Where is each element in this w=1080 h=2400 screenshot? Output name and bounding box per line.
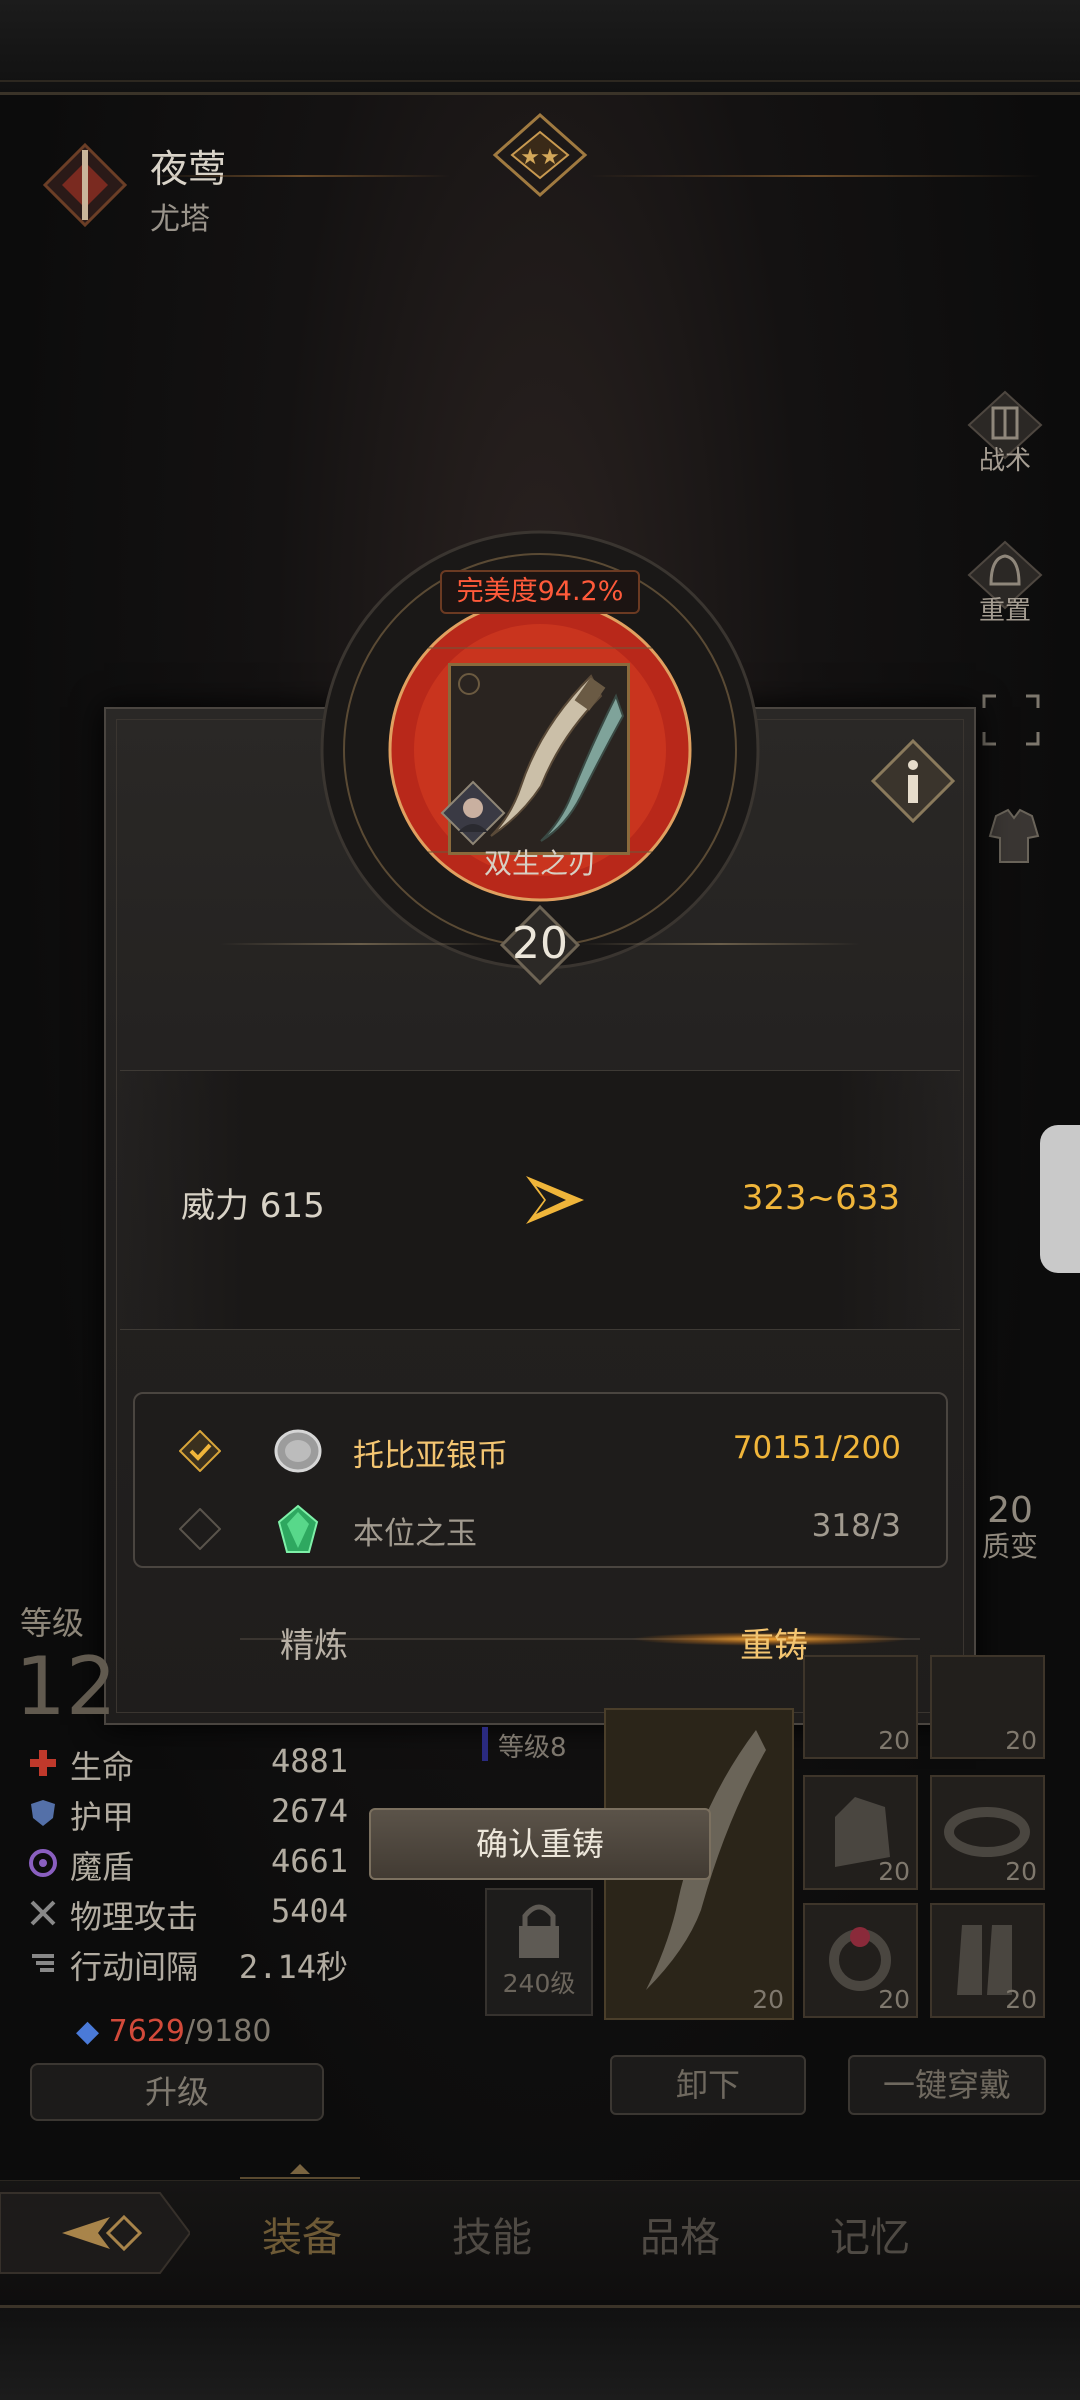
locked-slot[interactable]: 240级 (485, 1888, 593, 2016)
info-icon[interactable] (869, 737, 957, 825)
stat-current: 威力 615 (181, 1186, 325, 1226)
character-subtitle: 尤塔 (150, 202, 210, 237)
back-arrow-icon[interactable] (0, 2183, 190, 2283)
cost-row[interactable]: 本位之玉 318/3 (135, 1492, 946, 1562)
class-emblem-icon (42, 142, 128, 228)
side-button-reset-label: 重置 (978, 596, 1031, 626)
crest-icon: ★★ (492, 112, 588, 198)
checkbox-checked-icon[interactable] (179, 1430, 221, 1472)
tab-reforge[interactable]: 重铸 (740, 1618, 808, 1667)
side-button-tactics[interactable]: 战术 (960, 390, 1050, 490)
mana-current: 7629 (108, 2014, 185, 2049)
armor-icon[interactable] (986, 806, 1042, 866)
transform-label: 质变 (981, 1530, 1038, 1563)
cost-value: 318/3 (811, 1508, 901, 1544)
green-gem-icon (277, 1504, 319, 1553)
equip-all-button[interactable]: 一键穿戴 (848, 2055, 1046, 2115)
stat-physical-attack: 物理攻击 5404 (28, 1890, 348, 1936)
equipment-slot[interactable]: 20 (930, 1655, 1045, 1759)
stat-magic-shield: 魔盾 4661 (28, 1840, 348, 1886)
grade-value: 12 (15, 1640, 117, 1733)
stat-new-range: 323~633 (741, 1178, 900, 1218)
crossed-swords-icon (30, 1900, 56, 1926)
equipment-slot-ring[interactable]: 20 (803, 1903, 918, 2018)
nav-tab-traits[interactable]: 品格 (640, 2205, 720, 2263)
stat-armor: 护甲 2674 (28, 1790, 348, 1836)
mana-readout: ◆ 7629/9180 (76, 2014, 271, 2049)
grade-label: 等级 (20, 1604, 85, 1642)
hero-portrait-icon (440, 780, 506, 846)
armor-shield-icon (31, 1800, 55, 1826)
item-level: 20 (512, 918, 568, 969)
side-button-tactics-label: 战术 (978, 446, 1031, 476)
cost-value: 70151/200 (732, 1430, 901, 1466)
unequip-button[interactable]: 卸下 (610, 2055, 806, 2115)
silver-coin-icon (274, 1429, 322, 1473)
stat-life: 生命 4881 (28, 1740, 348, 1786)
mana-icon: ◆ (76, 2014, 100, 2049)
equipment-slot-boots[interactable]: 20 (930, 1903, 1045, 2018)
upgrade-button[interactable]: 升级 (30, 2063, 324, 2121)
confirm-reforge-button[interactable]: 确认重铸 (369, 1808, 711, 1880)
svg-text:★★: ★★ (520, 145, 559, 170)
character-name: 夜莺 (150, 147, 227, 191)
nav-tab-skills[interactable]: 技能 (452, 2205, 532, 2263)
arrow-right-icon (526, 1176, 584, 1224)
equipment-slot-gloves[interactable]: 20 (803, 1775, 918, 1890)
equipment-slot[interactable]: 20 (803, 1655, 918, 1759)
checkbox-unchecked-icon[interactable] (179, 1508, 221, 1550)
cost-name: 托比亚银币 (353, 1438, 508, 1474)
cost-name: 本位之玉 (353, 1516, 477, 1552)
magic-shield-icon (29, 1849, 57, 1877)
fullscreen-icon[interactable] (980, 692, 1042, 748)
perfection-badge: 完美度94.2% (440, 570, 640, 614)
header-divider (590, 175, 1040, 177)
side-button-reset[interactable]: 重置 (960, 540, 1050, 640)
speed-wing-icon (32, 1954, 54, 1972)
floating-edge-handle[interactable] (1040, 1125, 1080, 1273)
cost-panel: 托比亚银币 70151/200 本位之玉 318/3 (133, 1392, 948, 1568)
life-cross-icon (30, 1750, 56, 1776)
nav-active-marker (240, 2164, 360, 2179)
nav-tab-equipment[interactable]: 装备 (262, 2205, 342, 2263)
nav-tab-memory[interactable]: 记忆 (830, 2205, 910, 2263)
header-divider (150, 175, 450, 177)
cost-row[interactable]: 托比亚银币 70151/200 (135, 1414, 946, 1484)
bottom-frame (0, 2305, 1080, 2400)
transform-indicator[interactable]: 20 质变 (960, 1490, 1060, 1565)
tab-refine[interactable]: 精炼 (280, 1618, 348, 1667)
top-frame (0, 0, 1080, 95)
lock-icon (519, 1904, 559, 1958)
mana-max: /9180 (184, 2014, 272, 2049)
stat-action-interval: 行动间隔 2.14秒 (28, 1940, 348, 1986)
level-8-tag: 等级8 (482, 1727, 592, 1763)
equipment-slot-belt[interactable]: 20 (930, 1775, 1045, 1890)
item-name: 双生之刃 (483, 847, 596, 880)
